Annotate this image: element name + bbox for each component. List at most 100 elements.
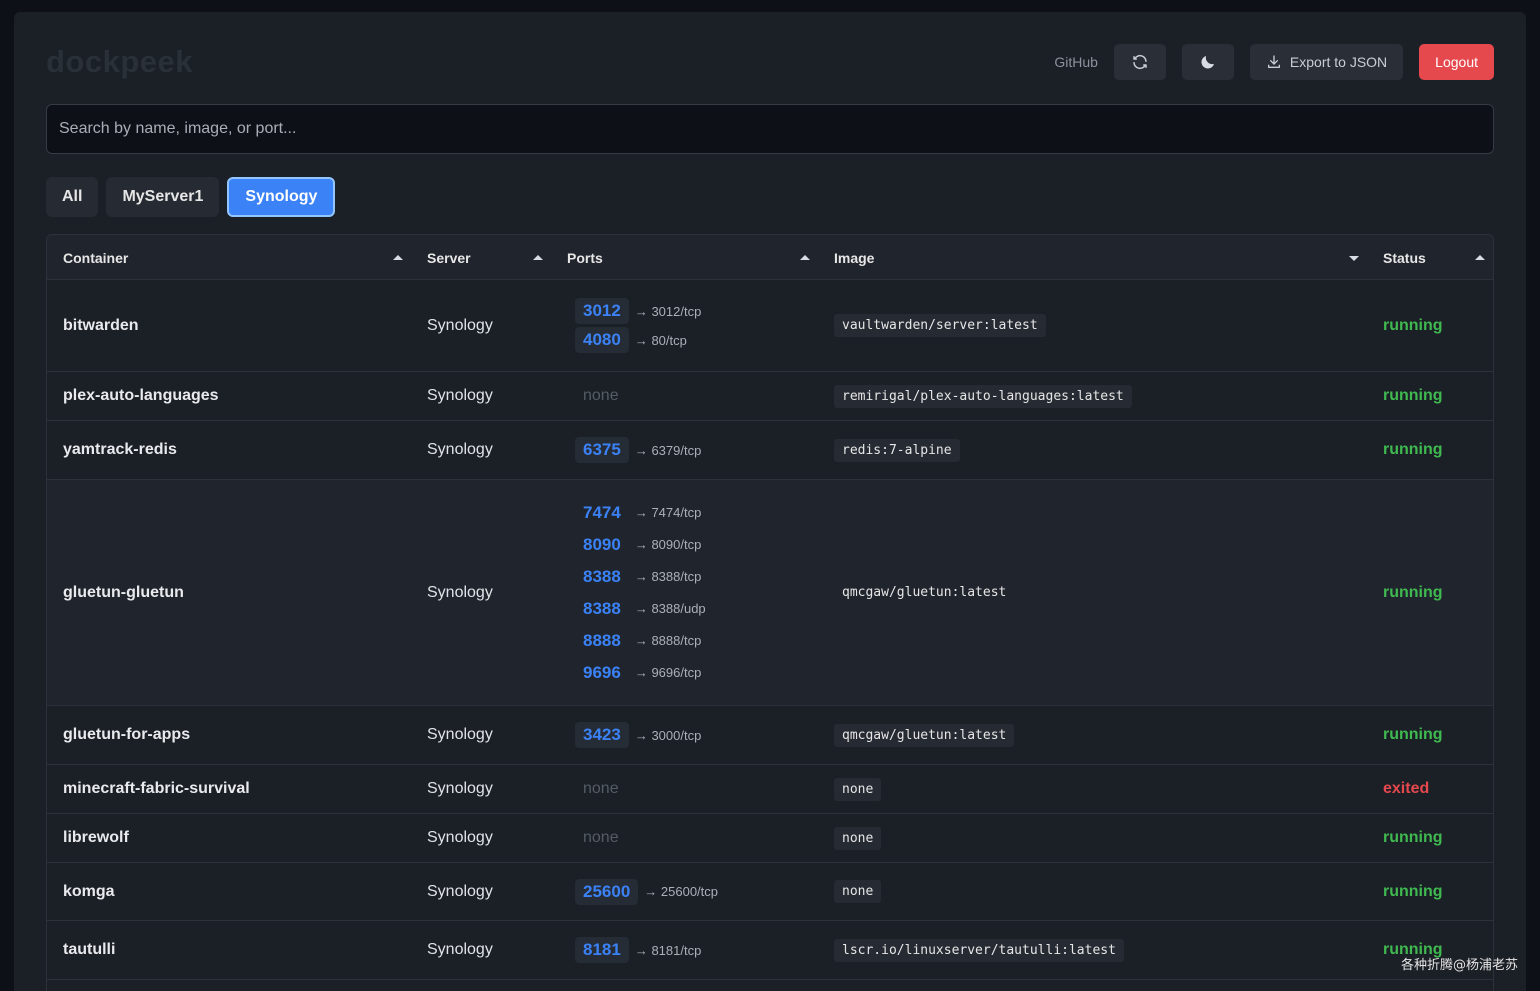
image-name: lscr.io/linuxserver/tautulli:latest xyxy=(834,938,1124,962)
image-cell: qmcgaw/gluetun:latest xyxy=(834,480,1014,705)
status-label: running xyxy=(1383,583,1443,601)
column-header-image[interactable]: Image xyxy=(834,235,874,280)
image-name: redis:7-alpine xyxy=(834,438,960,462)
table-row: minecraft-fabric-survival Synology none non… xyxy=(47,765,1493,814)
container-name: yamtrack-redis xyxy=(63,441,177,458)
table-row: bitwarden Synology 3012 → 3012/tcp 4080 → 80/… xyxy=(47,280,1493,372)
column-header-container[interactable]: Container xyxy=(63,235,128,280)
container-name: gluetun-for-apps xyxy=(63,726,191,743)
port-mapping: → 7474/tcp xyxy=(634,505,702,520)
image-name: none xyxy=(834,777,882,801)
brand-logo: dockpeek xyxy=(46,44,194,79)
sort-asc-icon[interactable] xyxy=(393,255,403,260)
status-label: running xyxy=(1383,829,1443,846)
ports-cell: 7474 → 7474/tcp 8090 → 8090/tcp 8388 → 8388/t… xyxy=(575,480,706,705)
server-name: Synology xyxy=(427,780,493,797)
status-label: running xyxy=(1383,441,1443,458)
image-cell: lscr.io/linuxserver/tautulli:latest xyxy=(834,921,1124,979)
image-name: none xyxy=(834,826,882,850)
port-mapping: → 9696/tcp xyxy=(634,665,702,680)
server-name: Synology xyxy=(427,387,493,404)
refresh-button[interactable] xyxy=(1113,44,1166,80)
server-tabs: All MyServer1 Synology xyxy=(46,177,343,217)
header: dockpeek GitHub Export to JSON Logout xyxy=(46,44,1494,80)
ports-cell: 8181 → 8181/tcp xyxy=(575,921,701,979)
ports-cell: none xyxy=(575,814,619,862)
image-name: qmcgaw/gluetun:latest xyxy=(842,585,1007,600)
server-name: Synology xyxy=(427,882,493,900)
moon-icon xyxy=(1201,56,1214,69)
status-label: running xyxy=(1383,882,1443,900)
table-body: bitwarden Synology 3012 → 3012/tcp 4080 → 80/… xyxy=(47,280,1493,980)
port-link[interactable]: 9696 xyxy=(575,660,629,686)
table-row: komga Synology 25600 → 25600/tcp none running xyxy=(47,863,1493,921)
ports-cell: 25600 → 25600/tcp xyxy=(575,863,718,920)
port-mapping: → 8090/tcp xyxy=(634,537,702,552)
port-mapping: → 8181/tcp xyxy=(634,942,702,958)
tab-myserver1[interactable]: MyServer1 xyxy=(106,177,220,217)
image-cell: remirigal/plex-auto-languages:latest xyxy=(834,372,1132,420)
port-mapping: → 25600/tcp xyxy=(644,884,718,899)
container-name: plex-auto-languages xyxy=(63,387,219,404)
image-cell: none xyxy=(834,814,882,862)
table-row: yamtrack-redis Synology 6375 → 6379/tcp redi… xyxy=(47,421,1493,480)
table-row: gluetun-for-apps Synology 3423 → 3000/tcp qm… xyxy=(47,706,1493,765)
download-icon xyxy=(1267,55,1280,68)
port-link[interactable]: 25600 xyxy=(575,878,639,905)
ports-cell: 6375 → 6379/tcp xyxy=(575,421,701,479)
image-cell: none xyxy=(834,863,882,920)
port-link[interactable]: 8888 xyxy=(575,628,629,654)
column-header-server[interactable]: Server xyxy=(427,235,471,280)
ports-cell: 3012 → 3012/tcp 4080 → 80/tcp xyxy=(575,280,701,371)
port-link[interactable]: 4080 xyxy=(575,327,629,353)
header-actions: GitHub Export to JSON Logout xyxy=(1054,44,1494,80)
status-label: running xyxy=(1383,316,1443,334)
server-name: Synology xyxy=(427,829,493,846)
port-link[interactable]: 6375 xyxy=(575,437,629,463)
port-mapping: → 8388/udp xyxy=(634,601,706,616)
port-link[interactable]: 8388 xyxy=(575,596,629,622)
port-mapping: → 3012/tcp xyxy=(634,303,702,319)
port-link[interactable]: 8090 xyxy=(575,532,629,558)
sort-asc-icon[interactable] xyxy=(1475,255,1485,260)
sort-desc-icon[interactable] xyxy=(1349,256,1359,261)
export-label: Export to JSON xyxy=(1289,54,1388,70)
theme-toggle-button[interactable] xyxy=(1181,44,1234,80)
image-name: none xyxy=(834,880,882,903)
port-mapping: → 3000/tcp xyxy=(634,727,702,743)
tab-all[interactable]: All xyxy=(46,177,99,217)
sort-asc-icon[interactable] xyxy=(800,255,810,260)
no-ports-label: none xyxy=(583,387,619,404)
column-header-status[interactable]: Status xyxy=(1383,235,1426,280)
image-cell: qmcgaw/gluetun:latest xyxy=(834,706,1015,764)
export-json-button[interactable]: Export to JSON xyxy=(1249,44,1404,80)
table-row: tautulli Synology 8181 → 8181/tcp lscr.io/li… xyxy=(47,921,1493,980)
no-ports-label: none xyxy=(583,829,619,846)
port-mapping: → 8388/tcp xyxy=(634,569,702,584)
port-link[interactable]: 8388 xyxy=(575,564,629,590)
tab-synology[interactable]: Synology xyxy=(227,177,336,217)
watermark: 各种折腾@杨浦老苏 xyxy=(1400,958,1518,973)
sort-asc-icon[interactable] xyxy=(533,255,543,260)
github-link[interactable]: GitHub xyxy=(1054,54,1098,70)
table-row: plex-auto-languages Synology none remirigal… xyxy=(47,372,1493,421)
column-header-ports[interactable]: Ports xyxy=(567,235,603,280)
server-name: Synology xyxy=(427,583,493,601)
container-name: minecraft-fabric-survival xyxy=(63,780,250,797)
search-input[interactable] xyxy=(46,104,1494,154)
table-header: Container Server Ports Image Status xyxy=(47,235,1493,280)
container-name: bitwarden xyxy=(63,316,139,334)
container-name: komga xyxy=(63,882,115,900)
ports-cell: 3423 → 3000/tcp xyxy=(575,706,701,764)
port-mapping: → 8888/tcp xyxy=(634,633,702,648)
port-link[interactable]: 8181 xyxy=(575,937,629,963)
containers-table: Container Server Ports Image Status bitw… xyxy=(46,234,1494,991)
logout-button[interactable]: Logout xyxy=(1419,44,1494,80)
port-mapping: → 6379/tcp xyxy=(634,442,702,458)
port-link[interactable]: 3423 xyxy=(575,722,629,748)
port-link[interactable]: 7474 xyxy=(575,500,629,526)
image-name: vaultwarden/server:latest xyxy=(834,314,1046,337)
port-link[interactable]: 3012 xyxy=(575,298,629,324)
table-row: librewolf Synology none none running xyxy=(47,814,1493,863)
table-row: gluetun-gluetun Synology 7474 → 7474/tcp 809… xyxy=(47,480,1493,706)
